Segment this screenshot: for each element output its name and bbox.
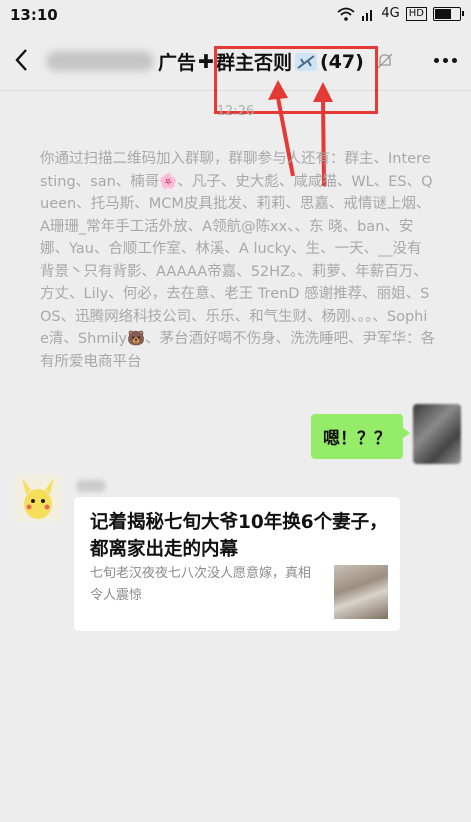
status-bar: 13:10 4G HD [0, 0, 471, 32]
chat-timestamp: 12:26 [216, 104, 255, 119]
my-avatar[interactable] [413, 404, 461, 464]
network-type: 4G [381, 6, 400, 21]
battery-icon [433, 6, 464, 21]
group-name-blurred [46, 51, 154, 71]
member-count: (47) [319, 50, 364, 73]
system-join-message: 你通过扫描二维码加入群聊，群聊参与人还有：群主、Interesting、san、… [40, 151, 436, 370]
article-description: 七旬老汉夜夜七八次没人愿意嫁，真相令人震惊 [90, 566, 312, 603]
my-message-bubble[interactable]: 嗯！？？ [311, 414, 410, 459]
airplane-icon [294, 52, 317, 71]
shared-article-card[interactable]: 记着揭秘七旬大爷10年换6个妻子，都离家出走的内幕 七旬老汉夜夜七八次没人愿意嫁… [74, 497, 400, 631]
status-time: 13:10 [10, 6, 58, 24]
sender-name-blurred [76, 480, 106, 492]
title-plus: ✚ [198, 50, 214, 73]
back-arrow-icon[interactable] [12, 46, 32, 74]
title-part2: 群主否则 [215, 52, 292, 74]
title-part1: 广告 [158, 52, 197, 74]
wifi-icon [337, 7, 355, 21]
signal-icon [362, 9, 373, 21]
chat-title-bar: 广告 ✚ 群主否则 (47) [0, 32, 471, 114]
my-message-row: 嗯！？？ [311, 404, 461, 464]
mute-bell-icon [377, 53, 393, 69]
article-title: 记着揭秘七旬大爷10年换6个妻子，都离家出走的内幕 [90, 512, 388, 560]
status-icons: 4G HD [337, 6, 464, 21]
chat-title[interactable]: 广告 ✚ 群主否则 (47) [158, 48, 364, 75]
pikachu-avatar-icon [22, 478, 54, 519]
hd-badge: HD [405, 6, 427, 21]
sender-avatar[interactable] [14, 474, 62, 522]
more-options-icon[interactable] [434, 58, 457, 63]
article-thumbnail [334, 565, 388, 619]
